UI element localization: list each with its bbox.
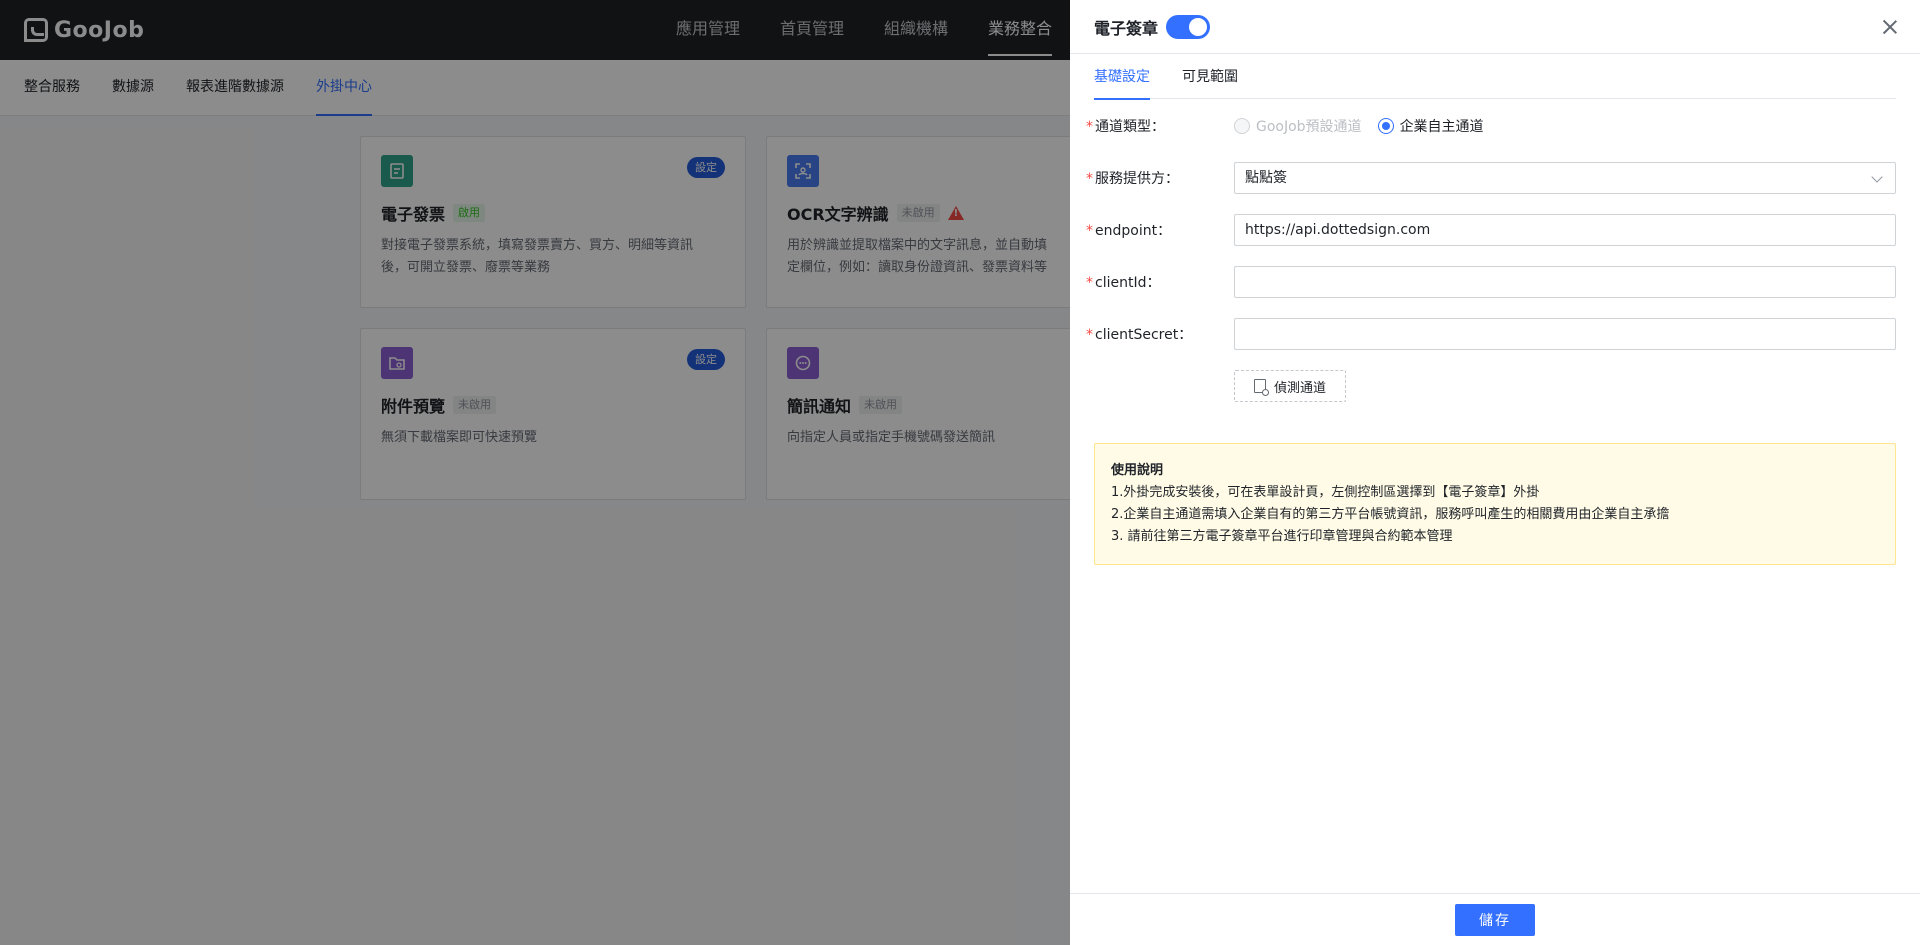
drawer-title: 電子簽章 bbox=[1094, 18, 1159, 38]
required-mark: * bbox=[1086, 171, 1093, 187]
radio-label: 企業自主通道 bbox=[1399, 119, 1484, 135]
close-icon[interactable] bbox=[1880, 17, 1900, 37]
drawer-tabs: 基礎設定 可見範圍 bbox=[1094, 54, 1896, 100]
required-mark: * bbox=[1086, 119, 1093, 135]
enable-toggle[interactable] bbox=[1166, 14, 1211, 39]
channel-type-radio-group: GooJob預設通道 企業自主通道 bbox=[1234, 110, 1896, 142]
detect-row: 偵測通道 bbox=[1086, 370, 1904, 402]
detect-channel-button[interactable]: 偵測通道 bbox=[1234, 370, 1346, 402]
client-secret-input[interactable] bbox=[1234, 318, 1896, 350]
endpoint-row: * endpoint： bbox=[1086, 214, 1904, 246]
required-mark: * bbox=[1086, 275, 1093, 291]
chevron-down-icon bbox=[1871, 171, 1883, 183]
drawer-header: 電子簽章 bbox=[1070, 0, 1920, 54]
endpoint-label: endpoint： bbox=[1095, 223, 1172, 239]
channel-type-label: 通道類型： bbox=[1095, 119, 1165, 135]
drawer-footer: 儲存 bbox=[1070, 893, 1920, 945]
tab-basic-settings[interactable]: 基礎設定 bbox=[1094, 54, 1150, 100]
client-secret-label: clientSecret： bbox=[1095, 327, 1193, 343]
client-id-row: * clientId： bbox=[1086, 266, 1904, 298]
usage-note-line: 1.外掛完成安裝後，可在表單設計頁，左側控制區選擇到【電子簽章】外掛 bbox=[1111, 485, 1540, 500]
radio-default-channel: GooJob預設通道 bbox=[1234, 116, 1362, 136]
radio-circle bbox=[1234, 118, 1250, 134]
provider-selected-value: 點點簽 bbox=[1245, 170, 1287, 186]
usage-notes: 使用說明 1.外掛完成安裝後，可在表單設計頁，左側控制區選擇到【電子簽章】外掛 … bbox=[1094, 443, 1896, 565]
provider-label: 服務提供方： bbox=[1095, 171, 1179, 187]
save-button[interactable]: 儲存 bbox=[1455, 903, 1535, 936]
usage-note-line: 2.企業自主通道需填入企業自有的第三方平台帳號資訊，服務呼叫產生的相關費用由企業… bbox=[1111, 507, 1670, 522]
client-secret-row: * clientSecret： bbox=[1086, 318, 1904, 350]
usage-note-line: 3. 請前往第三方電子簽章平台進行印章管理與合約範本管理 bbox=[1111, 529, 1453, 544]
settings-drawer: 電子簽章 基礎設定 可見範圍 *通道類型： GooJob預設通道 企業自主通道 bbox=[1070, 0, 1920, 945]
client-id-label: clientId： bbox=[1095, 275, 1161, 291]
usage-notes-title: 使用說明 bbox=[1111, 463, 1164, 478]
document-search-icon bbox=[1253, 379, 1269, 396]
radio-label: GooJob預設通道 bbox=[1256, 119, 1362, 135]
radio-circle[interactable] bbox=[1377, 118, 1394, 134]
required-mark: * bbox=[1086, 327, 1093, 343]
radio-enterprise-channel[interactable]: 企業自主通道 bbox=[1377, 116, 1484, 136]
channel-type-row: * 通道類型： GooJob預設通道 企業自主通道 bbox=[1086, 110, 1904, 142]
detect-channel-label: 偵測通道 bbox=[1273, 380, 1326, 396]
client-id-input[interactable] bbox=[1234, 266, 1896, 298]
provider-row: * 服務提供方： 點點簽 bbox=[1086, 162, 1904, 194]
required-mark: * bbox=[1086, 223, 1093, 239]
endpoint-input[interactable] bbox=[1234, 214, 1896, 246]
provider-select[interactable]: 點點簽 bbox=[1234, 162, 1896, 194]
tab-visibility[interactable]: 可見範圍 bbox=[1182, 54, 1238, 99]
